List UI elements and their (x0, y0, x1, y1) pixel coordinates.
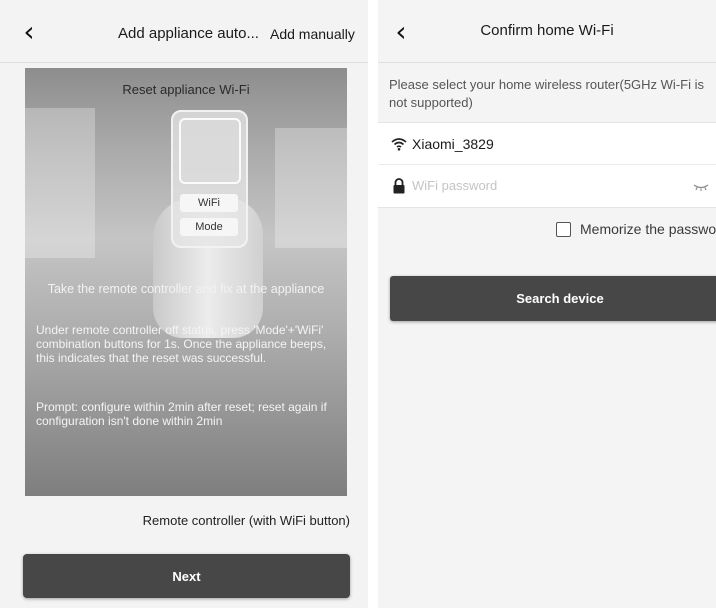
reset-illustration: Reset appliance Wi-Fi WiFi Mode Take the… (25, 68, 347, 496)
illustration-title: Reset appliance Wi-Fi (122, 82, 250, 97)
page-title: Confirm home Wi-Fi (480, 22, 614, 39)
remote-wifi-button: WiFi (180, 194, 238, 212)
instruction-fix: Take the remote controller and fix at th… (47, 282, 325, 296)
remote-controller-image: WiFi Mode (171, 110, 248, 248)
page-title: Add appliance auto... (118, 25, 259, 42)
wifi-password-row (378, 165, 716, 206)
wifi-network-row[interactable]: Xiaomi_3829 (378, 123, 716, 165)
top-app-bar: ‹ Add appliance auto... Add manually (0, 0, 368, 63)
confirm-wifi-screen: ‹ Confirm home Wi-Fi Please select your … (378, 0, 716, 608)
search-device-button[interactable]: Search device (390, 276, 716, 321)
router-prompt: Please select your home wireless router(… (389, 77, 704, 110)
memorize-checkbox[interactable] (556, 221, 571, 237)
top-app-bar: ‹ Confirm home Wi-Fi (378, 0, 716, 63)
remote-display (179, 118, 241, 184)
memorize-label: Memorize the password (580, 221, 716, 237)
back-button[interactable]: ‹ (14, 14, 44, 48)
illustration-caption: Remote controller (with WiFi button) (142, 513, 350, 528)
next-button[interactable]: Next (23, 554, 350, 598)
window-background (275, 128, 347, 248)
screen-divider (368, 0, 378, 608)
lock-icon (390, 177, 408, 195)
remote-mode-button: Mode (180, 218, 238, 236)
wifi-icon (390, 135, 408, 153)
eye-closed-icon[interactable] (693, 179, 709, 197)
memorize-password-option[interactable]: Memorize the password (556, 221, 716, 237)
wifi-password-input[interactable] (412, 178, 672, 193)
add-manually-link[interactable]: Add manually (270, 26, 355, 42)
instruction-press: Under remote controller off status, pres… (36, 323, 327, 365)
add-appliance-screen: ‹ Add appliance auto... Add manually Res… (0, 0, 368, 608)
wifi-form: Xiaomi_3829 (378, 122, 716, 208)
chevron-left-icon: ‹ (23, 14, 35, 48)
wifi-ssid: Xiaomi_3829 (412, 135, 494, 152)
window-background (25, 108, 95, 258)
instruction-prompt: Prompt: configure within 2min after rese… (36, 400, 327, 428)
